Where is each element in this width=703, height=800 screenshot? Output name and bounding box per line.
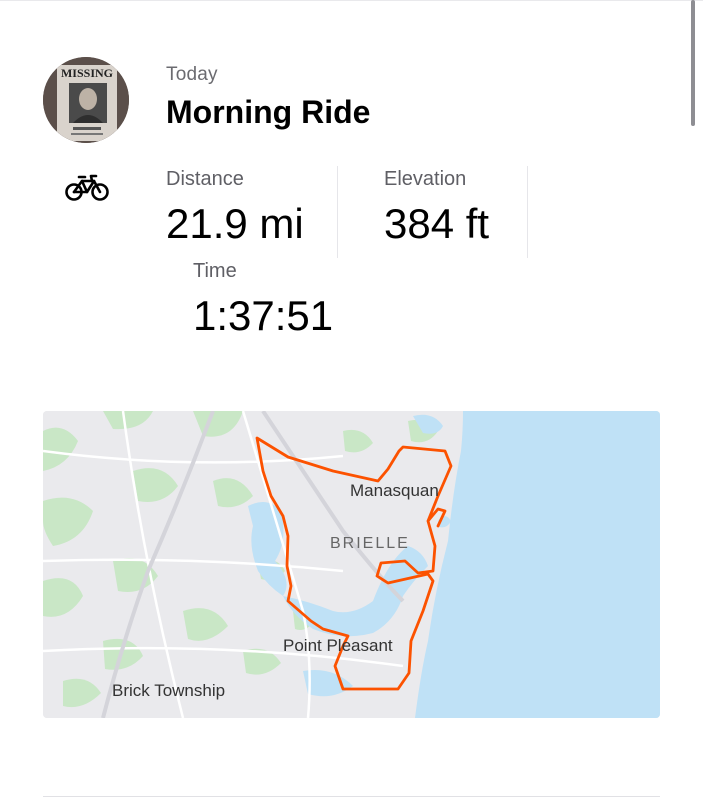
elevation-value: 384 ft <box>384 200 490 247</box>
time-value: 1:37:51 <box>193 292 334 339</box>
bottom-divider <box>43 796 660 797</box>
route-map[interactable]: Manasquan BRIELLE Point Pleasant Brick T… <box>43 411 660 718</box>
map-label-brick-township: Brick Township <box>112 681 226 700</box>
map-label-point-pleasant: Point Pleasant <box>283 636 393 655</box>
svg-text:MISSING: MISSING <box>61 66 113 80</box>
activity-title[interactable]: Morning Ride <box>166 94 370 131</box>
distance-label: Distance <box>166 168 244 190</box>
stat-divider <box>337 166 338 258</box>
activity-date: Today <box>166 64 218 85</box>
athlete-avatar[interactable]: MISSING <box>43 57 129 143</box>
scrollbar[interactable] <box>691 0 695 126</box>
map-label-manasquan: Manasquan <box>350 481 439 500</box>
bicycle-icon <box>65 173 109 203</box>
elevation-label: Elevation <box>384 168 467 190</box>
map-label-brielle: BRIELLE <box>330 535 410 552</box>
time-label: Time <box>193 260 237 282</box>
distance-value: 21.9 mi <box>166 200 304 247</box>
top-divider <box>0 0 703 1</box>
stat-divider <box>527 166 528 258</box>
